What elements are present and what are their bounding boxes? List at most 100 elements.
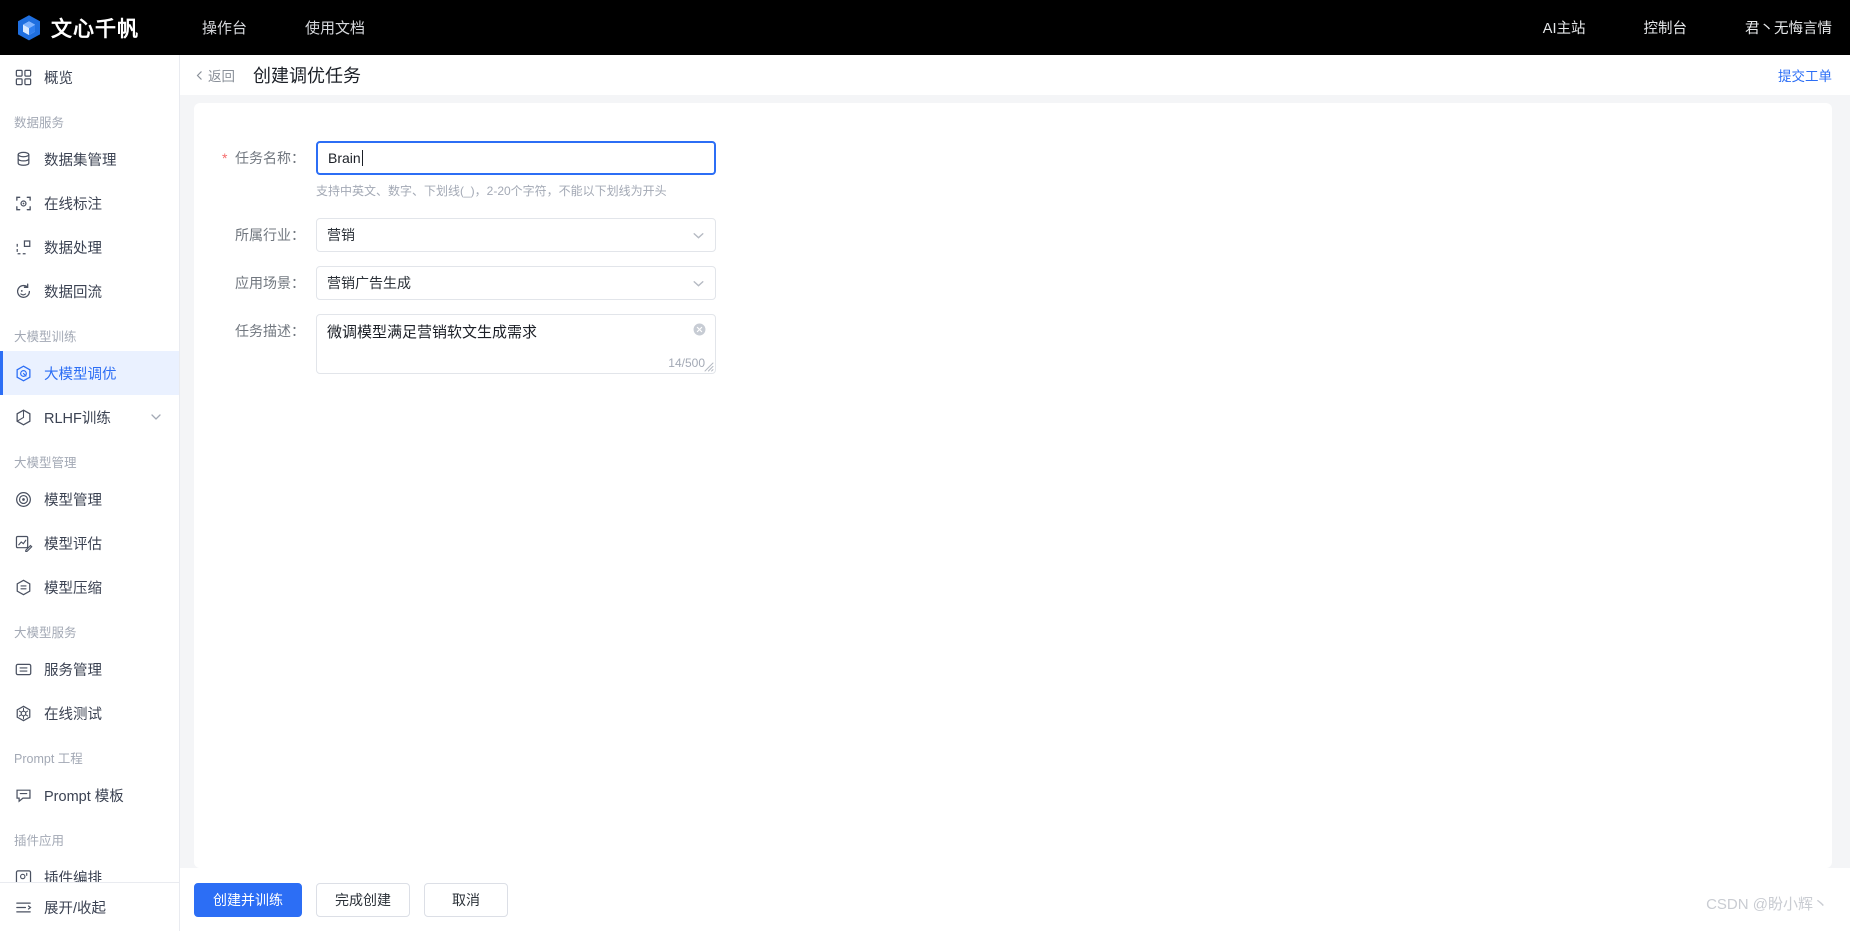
- sidebar-item-label: 模型管理: [44, 492, 102, 509]
- form-card: * 任务名称： Brain 支持中英文、数字、下划线(_)，2-20个字符，不能…: [194, 103, 1832, 868]
- hexagon-rlhf-icon: [16, 408, 31, 426]
- industry-label: 所属行业：: [235, 227, 305, 243]
- sidebar-item-label: 数据集管理: [44, 152, 117, 169]
- compress-icon: [16, 579, 31, 595]
- sidebar-item-label: Prompt 模板: [44, 788, 124, 805]
- description-char-counter: 14/500: [668, 356, 705, 370]
- sidebar-item-model-compression[interactable]: 模型压缩: [0, 565, 179, 609]
- clear-circle-icon[interactable]: [693, 323, 706, 336]
- sidebar-item-model-management[interactable]: 模型管理: [0, 477, 179, 521]
- sidebar-collapse-label: 展开/收起: [44, 900, 107, 917]
- top-nav-item-console[interactable]: 操作台: [202, 17, 247, 38]
- top-link-ai-main-site[interactable]: AI主站: [1543, 17, 1586, 38]
- annotation-target-icon: [16, 196, 31, 210]
- sidebar-scroll-area: 概览 数据服务 数据集管理 在线标注 数据处理 数据回流 大模型训练 大模型调优…: [0, 55, 179, 887]
- description-label: 任务描述：: [235, 323, 305, 339]
- top-nav: 操作台 使用文档: [202, 17, 423, 38]
- database-icon: [17, 151, 30, 166]
- page-title: 创建调优任务: [253, 66, 361, 86]
- finish-create-button[interactable]: 完成创建: [316, 882, 410, 917]
- task-description-textarea[interactable]: 微调模型满足营销软文生成需求 14/500: [316, 314, 716, 374]
- grid-overview-icon: [15, 69, 32, 85]
- chevron-down-icon: [693, 232, 704, 239]
- scenario-select[interactable]: 营销广告生成: [316, 266, 716, 300]
- chevron-left-icon: [196, 70, 202, 80]
- task-name-input[interactable]: Brain: [316, 141, 716, 175]
- task-name-label: * 任务名称：: [194, 141, 316, 175]
- circle-target-icon: [16, 491, 31, 507]
- sidebar-group-model-management: 大模型管理: [14, 456, 77, 470]
- top-nav-item-docs[interactable]: 使用文档: [305, 17, 365, 38]
- sidebar-group-prompt-engineering: Prompt 工程: [14, 752, 83, 766]
- task-description-value: 微调模型满足营销软文生成需求: [327, 324, 538, 341]
- task-name-label-text: 任务名称：: [235, 150, 305, 166]
- sidebar-item-label: 数据回流: [44, 284, 102, 301]
- create-tuning-task-form: * 任务名称： Brain 支持中英文、数字、下划线(_)，2-20个字符，不能…: [194, 103, 1832, 374]
- sidebar-item-overview[interactable]: 概览: [0, 55, 179, 99]
- chevron-down-icon: [151, 414, 161, 420]
- sidebar-item-model-evaluation[interactable]: 模型评估: [0, 521, 179, 565]
- sidebar-item-prompt-template[interactable]: Prompt 模板: [0, 773, 179, 817]
- sidebar-item-label: 在线测试: [44, 706, 102, 723]
- collapse-menu-icon: [16, 901, 32, 913]
- form-row-scenario: 应用场景： 营销广告生成: [194, 266, 1832, 300]
- user-account-menu[interactable]: 君丶无悔言情: [1745, 17, 1832, 38]
- sidebar-item-label: 模型评估: [44, 536, 102, 553]
- footer-action-bar: 创建并训练 完成创建 取消: [180, 868, 1850, 931]
- chat-template-icon: [16, 789, 31, 802]
- task-name-field-col: Brain 支持中英文、数字、下划线(_)，2-20个字符，不能以下划线为开头: [316, 141, 716, 199]
- sidebar-item-label: 数据处理: [44, 240, 102, 257]
- create-and-train-button[interactable]: 创建并训练: [194, 882, 302, 917]
- sidebar-item-online-test[interactable]: 在线测试: [0, 691, 179, 735]
- app-root: 文心千帆 操作台 使用文档 AI主站 控制台 君丶无悔言情 概览 数据服务 数据…: [0, 0, 1850, 931]
- back-button-label: 返回: [208, 69, 235, 84]
- task-name-value: Brain: [328, 150, 361, 166]
- scenario-selected-value: 营销广告生成: [327, 275, 411, 291]
- chevron-down-icon: [693, 280, 704, 287]
- submit-ticket-link[interactable]: 提交工单: [1778, 65, 1832, 85]
- sidebar-item-data-reflow[interactable]: 数据回流: [0, 269, 179, 313]
- form-row-industry: 所属行业： 营销: [194, 218, 1832, 252]
- chart-pencil-icon: [15, 535, 33, 552]
- top-bar-right: AI主站 控制台 君丶无悔言情: [1485, 0, 1832, 55]
- hexagon-tune-icon: [16, 364, 31, 382]
- scenario-label: 应用场景：: [235, 275, 305, 291]
- content-area: * 任务名称： Brain 支持中英文、数字、下划线(_)，2-20个字符，不能…: [180, 95, 1850, 868]
- industry-select[interactable]: 营销: [316, 218, 716, 252]
- sidebar-item-label: 服务管理: [44, 662, 102, 679]
- form-row-description: 任务描述： 微调模型满足营销软文生成需求 14/500: [194, 314, 1832, 374]
- scenario-field-col: 营销广告生成: [316, 266, 716, 300]
- sidebar-item-label: 模型压缩: [44, 580, 102, 597]
- sidebar-item-dataset-management[interactable]: 数据集管理: [0, 137, 179, 181]
- form-row-task-name: * 任务名称： Brain 支持中英文、数字、下划线(_)，2-20个字符，不能…: [194, 141, 1832, 199]
- sidebar-group-model-service: 大模型服务: [14, 626, 77, 640]
- sidebar-item-label: RLHF训练: [44, 410, 111, 427]
- description-field-col: 微调模型满足营销软文生成需求 14/500: [316, 314, 716, 374]
- sidebar-group-data-service: 数据服务: [14, 116, 65, 130]
- brand-name: 文心千帆: [51, 17, 139, 41]
- hexagon-cube-logo-icon: [18, 14, 40, 40]
- sidebar-item-model-tuning[interactable]: 大模型调优: [0, 351, 179, 395]
- sidebar-item-data-processing[interactable]: 数据处理: [0, 225, 179, 269]
- sidebar-item-online-annotation[interactable]: 在线标注: [0, 181, 179, 225]
- sidebar-item-service-management[interactable]: 服务管理: [0, 647, 179, 691]
- sidebar-collapse-toggle[interactable]: 展开/收起: [0, 882, 179, 931]
- sidebar: 概览 数据服务 数据集管理 在线标注 数据处理 数据回流 大模型训练 大模型调优…: [0, 55, 180, 931]
- resize-handle-icon[interactable]: [703, 361, 714, 372]
- test-gear-icon: [16, 705, 31, 721]
- cancel-button[interactable]: 取消: [424, 882, 508, 917]
- back-button[interactable]: 返回: [194, 65, 235, 85]
- top-bar: 文心千帆 操作台 使用文档 AI主站 控制台 君丶无悔言情: [0, 0, 1850, 55]
- sidebar-group-plugin-app: 插件应用: [14, 834, 65, 848]
- sidebar-group-model-training: 大模型训练: [14, 330, 77, 344]
- industry-field-col: 营销: [316, 218, 716, 252]
- server-card-icon: [15, 663, 32, 675]
- sidebar-item-rlhf-training[interactable]: RLHF训练: [0, 395, 179, 439]
- sidebar-item-label: 在线标注: [44, 196, 102, 213]
- refresh-circle-icon: [16, 282, 31, 298]
- text-caret: [361, 150, 363, 166]
- brand[interactable]: 文心千帆: [16, 13, 139, 43]
- top-link-console[interactable]: 控制台: [1644, 17, 1688, 38]
- sidebar-item-label: 概览: [44, 70, 73, 87]
- shapes-process-icon: [16, 239, 31, 254]
